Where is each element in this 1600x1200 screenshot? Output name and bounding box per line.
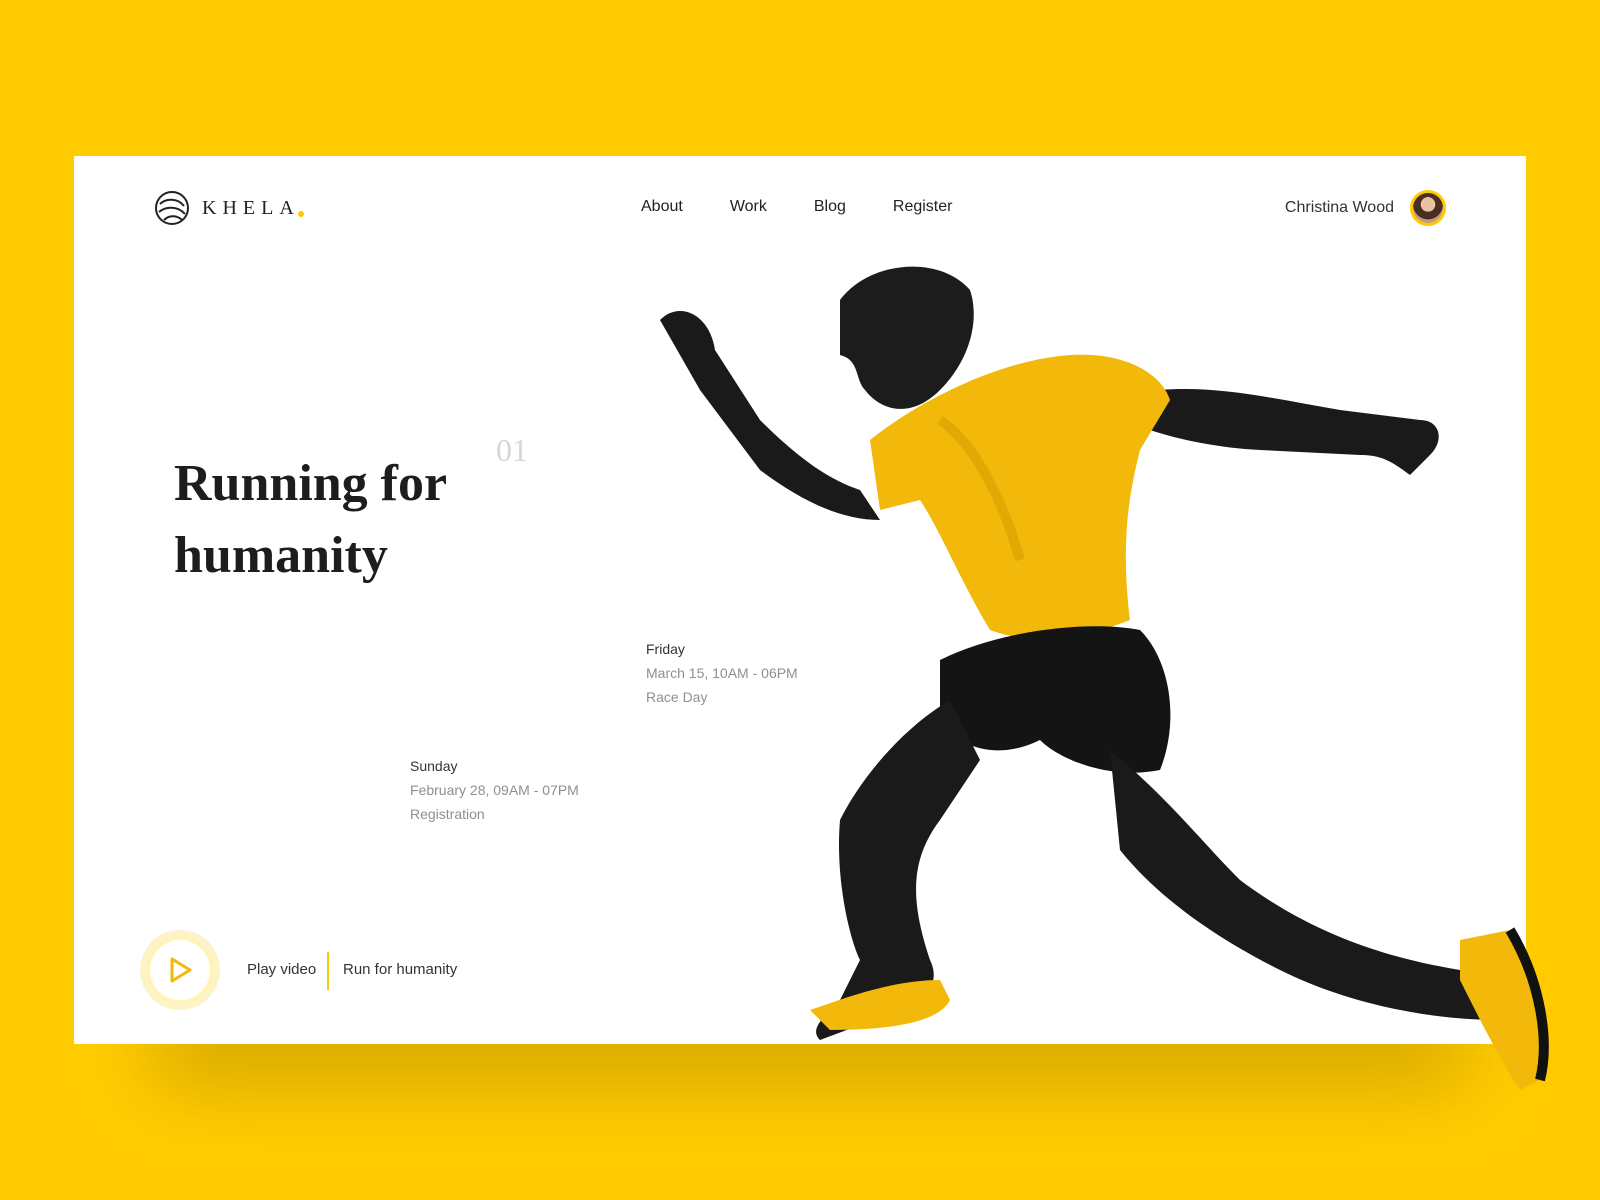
- play-icon: [170, 957, 192, 983]
- avatar[interactable]: [1410, 190, 1446, 226]
- event-day: Friday: [646, 641, 685, 657]
- brand-dot: [297, 211, 304, 217]
- event-label: Registration: [410, 806, 485, 822]
- play-ring: [146, 936, 214, 1004]
- nav-work[interactable]: Work: [730, 198, 767, 216]
- play-video-button[interactable]: [140, 930, 220, 1010]
- event-label: Race Day: [646, 689, 708, 705]
- brand-name: KHELA: [202, 196, 300, 219]
- user-name: Christina Wood: [1284, 199, 1394, 216]
- event-race-day: Friday March 15, 10AM - 06PM Race Day: [646, 637, 798, 709]
- brand-logo[interactable]: KHELA: [154, 190, 304, 226]
- divider: [327, 952, 329, 990]
- nav-register[interactable]: Register: [893, 198, 953, 216]
- run-for-humanity-link[interactable]: Run for humanity: [343, 961, 457, 978]
- event-time: March 15, 10AM - 06PM: [646, 665, 798, 681]
- nav-blog[interactable]: Blog: [814, 198, 846, 216]
- user-menu[interactable]: Christina Wood: [1285, 190, 1446, 226]
- event-day: Sunday: [410, 758, 458, 774]
- event-registration: Sunday February 28, 09AM - 07PM Registra…: [410, 754, 579, 826]
- globe-swirl-icon: [154, 190, 190, 226]
- event-time: February 28, 09AM - 07PM: [410, 782, 579, 798]
- hero-title: Running for humanity: [174, 455, 447, 584]
- nav-about[interactable]: About: [641, 198, 683, 216]
- main-nav: About Work Blog Register: [641, 198, 999, 216]
- slide-number: 01: [496, 432, 528, 468]
- play-video-link[interactable]: Play video: [247, 961, 316, 978]
